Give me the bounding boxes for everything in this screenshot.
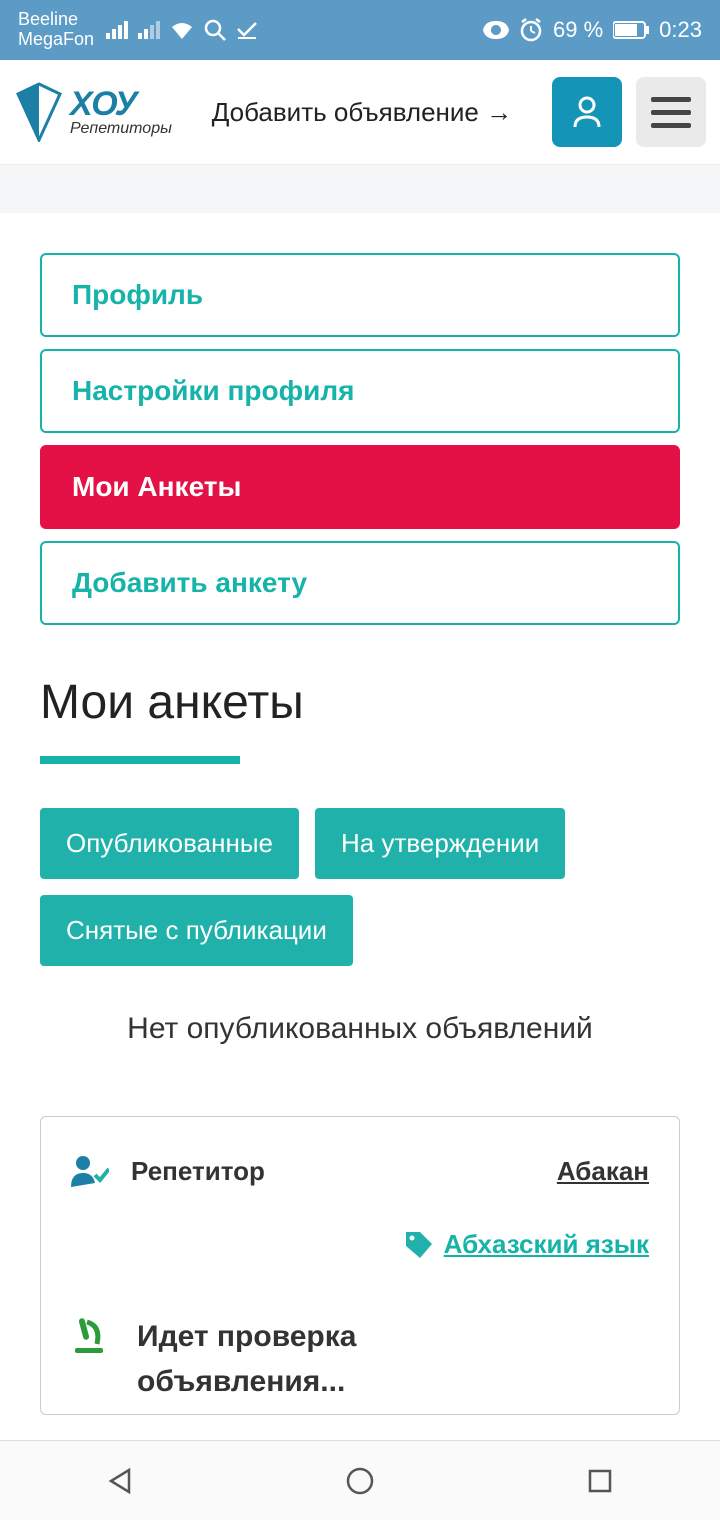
nav-profile[interactable]: Профиль xyxy=(40,253,680,337)
hamburger-line xyxy=(651,110,691,115)
search-icon xyxy=(204,19,226,41)
alarm-icon xyxy=(519,18,543,42)
microscope-icon xyxy=(71,1314,107,1354)
hamburger-line xyxy=(651,123,691,128)
title-underline xyxy=(40,756,240,764)
user-icon xyxy=(572,95,602,129)
empty-message: Нет опубликованных объявлений xyxy=(40,1012,680,1046)
status-icons-left xyxy=(106,19,258,41)
check-icon xyxy=(236,21,258,39)
carrier-2: MegaFon xyxy=(18,30,94,50)
recents-icon[interactable] xyxy=(585,1466,615,1496)
home-icon[interactable] xyxy=(345,1466,375,1496)
filter-pending[interactable]: На утверждении xyxy=(315,808,565,879)
tag-icon xyxy=(404,1230,434,1260)
add-listing-link[interactable]: Добавить объявление → xyxy=(186,97,538,128)
battery-percent: 69 % xyxy=(553,17,603,43)
signal-icon xyxy=(106,21,128,39)
nav-my-forms[interactable]: Мои Анкеты xyxy=(40,445,680,529)
banner-decorative xyxy=(0,165,720,213)
card-status-text: Идет проверка объявления... xyxy=(137,1314,417,1404)
logo-title: ХОУ xyxy=(70,87,172,121)
hamburger-line xyxy=(651,97,691,102)
filter-unpublished[interactable]: Снятые с публикации xyxy=(40,895,353,966)
listing-card: Репетитор Абакан Абхазский язык Идет про… xyxy=(40,1116,680,1415)
status-left: Beeline MegaFon xyxy=(18,10,258,50)
signal-icon xyxy=(138,21,160,39)
nav-profile-settings[interactable]: Настройки профиля xyxy=(40,349,680,433)
android-status-bar: Beeline MegaFon 69 % 0:23 xyxy=(0,0,720,60)
card-tag-row: Абхазский язык xyxy=(71,1229,649,1260)
card-role-block: Репетитор xyxy=(71,1155,265,1187)
logo-subtitle: Репетиторы xyxy=(70,121,172,137)
person-check-icon xyxy=(71,1155,109,1187)
filter-published[interactable]: Опубликованные xyxy=(40,808,299,879)
battery-icon xyxy=(613,21,649,39)
page-title: Мои анкеты xyxy=(40,675,680,730)
logo-mark-icon xyxy=(14,82,64,142)
user-button[interactable] xyxy=(552,77,622,147)
android-nav-bar xyxy=(0,1440,720,1520)
wifi-icon xyxy=(170,21,194,39)
nav-add-form[interactable]: Добавить анкету xyxy=(40,541,680,625)
logo-text: ХОУ Репетиторы xyxy=(70,87,172,137)
carrier-1: Beeline xyxy=(18,10,94,30)
content-panel: Профиль Настройки профиля Мои Анкеты Доб… xyxy=(4,213,716,1415)
status-right: 69 % 0:23 xyxy=(483,17,702,43)
card-header: Репетитор Абакан xyxy=(71,1155,649,1187)
card-status-row: Идет проверка объявления... xyxy=(71,1314,649,1404)
logo[interactable]: ХОУ Репетиторы xyxy=(14,82,172,142)
carrier-labels: Beeline MegaFon xyxy=(18,10,94,50)
card-subject-link[interactable]: Абхазский язык xyxy=(444,1229,649,1260)
filter-row: Опубликованные На утверждении Снятые с п… xyxy=(40,808,680,966)
menu-button[interactable] xyxy=(636,77,706,147)
card-role: Репетитор xyxy=(131,1156,265,1187)
back-icon[interactable] xyxy=(105,1466,135,1496)
clock-time: 0:23 xyxy=(659,17,702,43)
eye-icon xyxy=(483,21,509,39)
card-city-link[interactable]: Абакан xyxy=(557,1156,649,1187)
app-header: ХОУ Репетиторы Добавить объявление → xyxy=(0,60,720,165)
